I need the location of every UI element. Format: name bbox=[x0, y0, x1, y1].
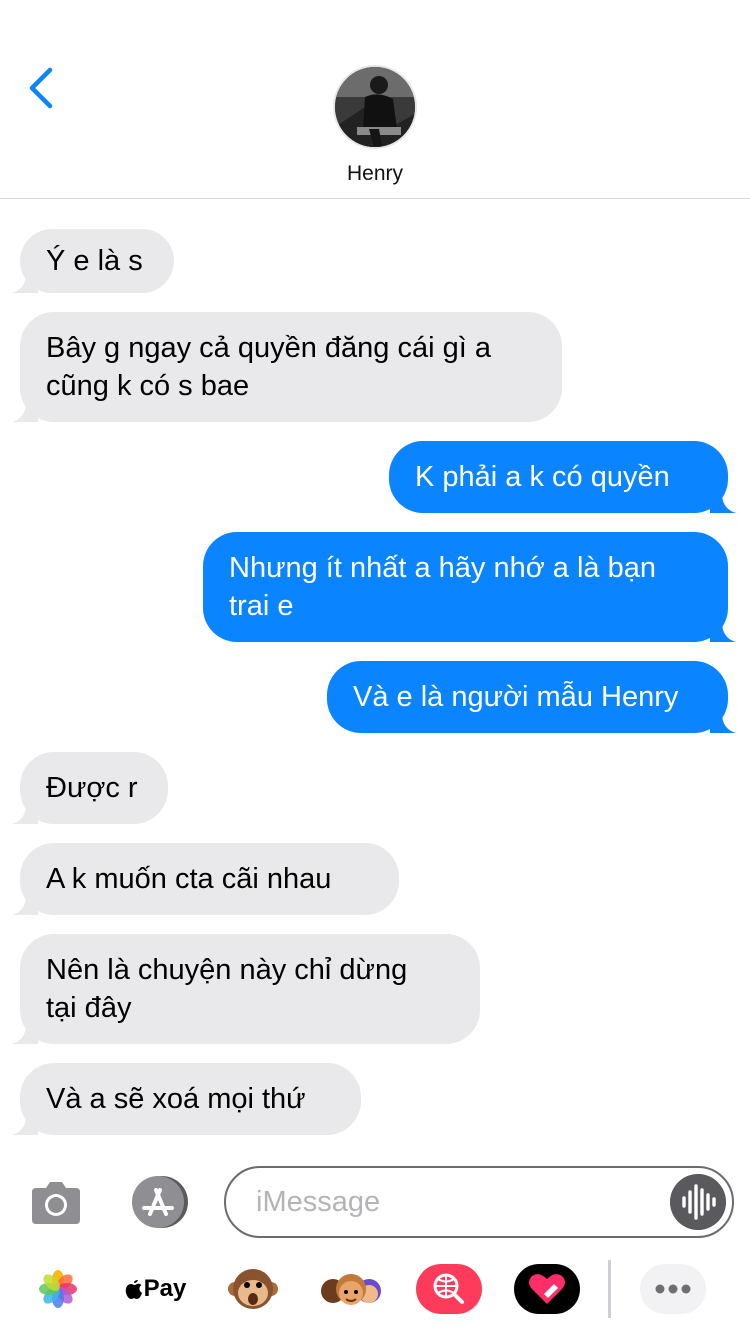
message-text-line: tại đây bbox=[46, 992, 132, 1024]
bubble-tail bbox=[12, 889, 38, 915]
contact-name[interactable]: Henry bbox=[0, 162, 750, 186]
audio-waveform-icon[interactable] bbox=[670, 1174, 726, 1230]
bubble-tail bbox=[12, 267, 38, 293]
avatar-photo bbox=[335, 67, 415, 147]
animoji-app-icon[interactable] bbox=[226, 1262, 280, 1316]
bubble-tail bbox=[12, 798, 38, 824]
message-input-field[interactable] bbox=[224, 1166, 734, 1238]
monkey-face-icon bbox=[228, 1269, 278, 1309]
message-bubble-outgoing[interactable]: K phải a k có quyền bbox=[389, 441, 736, 513]
bubble-tail bbox=[12, 1109, 38, 1135]
bubble-tail bbox=[710, 707, 736, 733]
message-bubble-incoming[interactable]: Ý e là s bbox=[12, 229, 174, 293]
message-bubble-incoming[interactable]: A k muốn cta cãi nhau bbox=[12, 843, 399, 915]
heart-touch-icon bbox=[514, 1264, 580, 1314]
message-bubble-incoming[interactable]: Bây g ngay cả quyền đăng cái gì a cũng k… bbox=[12, 312, 562, 422]
bubble-tail bbox=[12, 396, 38, 422]
message-text-line: cũng k có s bae bbox=[46, 370, 250, 402]
apple-pay-app[interactable]: Pay bbox=[122, 1262, 188, 1316]
message-bubble-outgoing[interactable]: Và e là người mẫu Henry bbox=[327, 661, 736, 733]
back-chevron-icon[interactable] bbox=[22, 66, 62, 110]
message-text: Ý e là s bbox=[46, 245, 143, 277]
camera-icon[interactable] bbox=[28, 1180, 84, 1226]
message-bubble-incoming[interactable]: Và a sẽ xoá mọi thứ bbox=[12, 1063, 361, 1135]
bubble-tail bbox=[12, 1018, 38, 1044]
drawer-divider bbox=[608, 1260, 611, 1318]
more-ellipsis-icon bbox=[640, 1264, 706, 1314]
message-thread: Ý e là s Bây g ngay cả quyền đăng cái gì… bbox=[0, 200, 750, 1150]
composer-bar bbox=[0, 1160, 750, 1244]
message-text-line: Nên là chuyện này chỉ dừng bbox=[46, 954, 408, 986]
photos-app-icon[interactable] bbox=[36, 1262, 80, 1316]
app-store-icon[interactable] bbox=[126, 1174, 190, 1230]
globe-search-icon bbox=[416, 1264, 482, 1314]
images-search-app-icon[interactable] bbox=[416, 1262, 482, 1316]
apple-logo-icon bbox=[125, 1280, 142, 1299]
bubble-tail bbox=[710, 616, 736, 642]
more-apps-button[interactable] bbox=[640, 1262, 706, 1316]
message-bubble-outgoing[interactable]: Nhưng ít nhất a hãy nhớ a là bạn trai e bbox=[203, 532, 736, 642]
message-text: Được r bbox=[46, 772, 138, 804]
contact-avatar[interactable] bbox=[333, 65, 417, 149]
photos-flower-icon bbox=[39, 1270, 77, 1308]
memoji-faces-icon bbox=[321, 1274, 381, 1305]
apple-pay-label: Pay bbox=[143, 1275, 187, 1302]
message-text: A k muốn cta cãi nhau bbox=[46, 863, 332, 895]
digital-touch-app-icon[interactable] bbox=[514, 1262, 580, 1316]
message-bubble-incoming[interactable]: Được r bbox=[12, 752, 168, 824]
bubble-tail bbox=[710, 487, 736, 513]
conversation-header: Henry bbox=[0, 0, 750, 199]
memoji-stickers-icon[interactable] bbox=[318, 1262, 384, 1316]
message-text-line: Nhưng ít nhất a hãy nhớ a là bạn bbox=[229, 552, 656, 584]
message-text: K phải a k có quyền bbox=[415, 461, 670, 493]
message-text: Và e là người mẫu Henry bbox=[353, 681, 679, 713]
message-input[interactable] bbox=[256, 1182, 656, 1222]
imessage-app-drawer: Pay bbox=[0, 1248, 750, 1334]
message-text-line: Bây g ngay cả quyền đăng cái gì a bbox=[46, 332, 491, 364]
message-bubble-incoming[interactable]: Nên là chuyện này chỉ dừng tại đây bbox=[12, 934, 480, 1044]
message-text-line: trai e bbox=[229, 590, 294, 622]
message-text: Và a sẽ xoá mọi thứ bbox=[46, 1083, 306, 1115]
